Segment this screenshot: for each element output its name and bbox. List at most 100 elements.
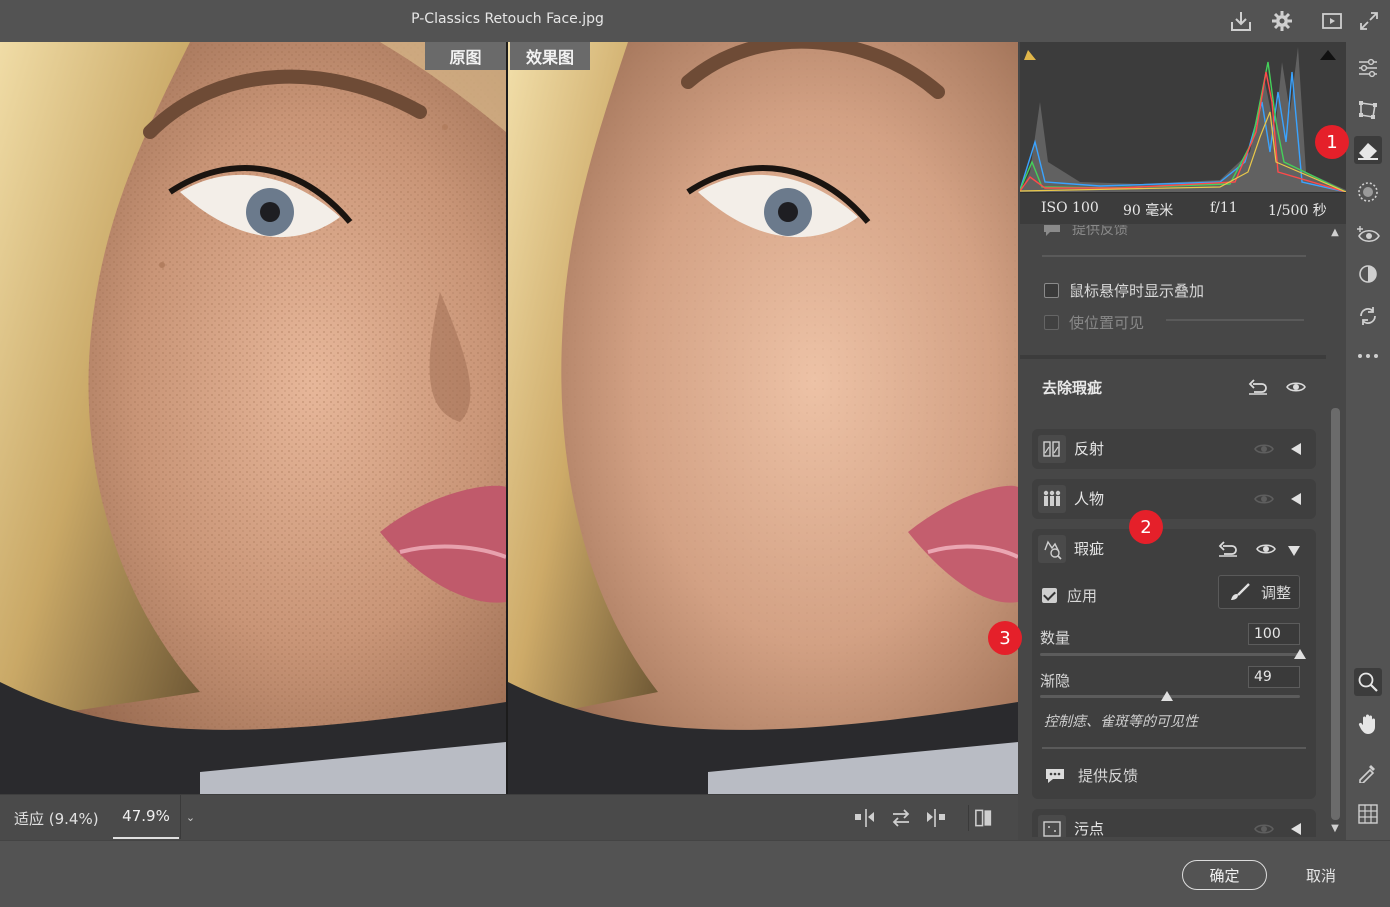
color-sampler-icon[interactable] <box>1354 758 1382 786</box>
image-canvas[interactable]: 原图 效果图 <box>0 42 1018 794</box>
gear-icon[interactable] <box>1269 8 1295 34</box>
faded-feedback-row: 提供反馈 <box>1042 225 1128 239</box>
eraser-remove-icon[interactable] <box>1354 136 1382 164</box>
apply-checkbox[interactable] <box>1042 588 1057 603</box>
feedback-label: 提供反馈 <box>1078 767 1139 785</box>
cancel-button[interactable]: 取消 <box>1290 860 1352 890</box>
reflections-item[interactable]: 反射 <box>1032 429 1316 469</box>
adjust-label: 调整 <box>1261 583 1292 602</box>
scrollbar-thumb[interactable] <box>1331 408 1340 820</box>
divider <box>1042 747 1306 749</box>
window-title: P-Classics Retouch Face.jpg <box>411 11 604 27</box>
zoom-current-option[interactable]: 47.9% <box>113 795 179 839</box>
blemishes-card: 瑕疵 应用 调整 数量 100 渐隐 49 控制痣、雀斑等的可见性 提供反馈 <box>1032 529 1316 799</box>
eye-dim-icon <box>1254 444 1274 454</box>
fade-slider-handle[interactable] <box>1161 691 1174 701</box>
speech-bubble-icon <box>1046 768 1064 783</box>
location-visible-option: 使位置可见 <box>1044 312 1144 333</box>
grid-overlay-icon[interactable] <box>1354 800 1382 828</box>
expand-left-arrow-icon[interactable] <box>1290 492 1302 506</box>
callout-badge-2: 2 <box>1129 510 1163 544</box>
amount-input[interactable]: 100 <box>1248 623 1300 645</box>
visibility-eye-icon[interactable] <box>1284 375 1308 399</box>
crop-transform-icon[interactable] <box>1354 96 1382 124</box>
dust-spots-icon <box>1038 815 1066 837</box>
dialog-actions-bar: 确定 取消 <box>0 840 1390 907</box>
hand-tool-icon[interactable] <box>1354 710 1382 738</box>
blemish-eye-icon[interactable] <box>1254 537 1278 561</box>
swap-views-icon[interactable] <box>888 805 914 831</box>
hover-overlay-label: 鼠标悬停时显示叠加 <box>1069 282 1205 300</box>
before-after-view-icon[interactable] <box>968 805 994 831</box>
blemish-reset-icon[interactable] <box>1216 537 1240 561</box>
exif-bar: ISO 100 90 毫米 f/11 1/500 秒 <box>1020 192 1346 224</box>
blemish-hint: 控制痣、雀斑等的可见性 <box>1044 714 1198 730</box>
edit-panel: ISO 100 90 毫米 f/11 1/500 秒 提供反馈 鼠标悬停时显示叠… <box>1018 42 1346 840</box>
feedback-button[interactable]: 提供反馈 <box>1044 765 1138 786</box>
hover-overlay-option[interactable]: 鼠标悬停时显示叠加 <box>1044 280 1204 301</box>
location-visible-label: 使位置可见 <box>1069 314 1145 332</box>
location-visible-checkbox <box>1044 315 1059 330</box>
callout-badge-3: 3 <box>988 621 1022 655</box>
after-label: 效果图 <box>510 42 590 70</box>
amount-slider-handle[interactable] <box>1294 649 1306 659</box>
faded-feedback-label: 提供反馈 <box>1072 225 1128 238</box>
collapse-down-arrow-icon[interactable] <box>1287 545 1301 557</box>
masking-icon[interactable] <box>1354 178 1382 206</box>
sync-icon[interactable] <box>1354 302 1382 330</box>
spots-label: 污点 <box>1074 820 1105 837</box>
eye-dim-icon <box>1254 494 1274 504</box>
amount-slider[interactable] <box>1040 653 1300 656</box>
exif-aperture: f/11 <box>1210 200 1238 216</box>
reset-icon[interactable] <box>1246 375 1270 399</box>
slideshow-play-icon[interactable] <box>1319 8 1345 34</box>
spots-item[interactable]: 污点 <box>1032 809 1316 837</box>
zoom-dropdown[interactable]: ⌄ <box>180 795 200 839</box>
after-pane: 效果图 <box>508 42 1018 794</box>
red-eye-icon[interactable] <box>1354 220 1382 248</box>
speech-bubble-icon <box>1044 225 1060 236</box>
before-pane: 原图 <box>0 42 506 794</box>
distraction-removal-header: 去除瑕疵 <box>1020 355 1326 419</box>
exif-focal: 90 毫米 <box>1123 203 1174 219</box>
highlight-clipping-icon <box>1320 50 1336 60</box>
divider <box>1042 255 1306 257</box>
zoom-fit-option[interactable]: 适应 (9.4%) <box>14 808 99 829</box>
brush-icon <box>1231 583 1250 600</box>
copy-settings-left-icon[interactable] <box>853 805 879 831</box>
ok-button[interactable]: 确定 <box>1182 860 1267 890</box>
presets-icon[interactable] <box>1354 260 1382 288</box>
expand-left-arrow-icon[interactable] <box>1290 822 1302 836</box>
section-title: 去除瑕疵 <box>1042 379 1103 397</box>
adjust-brush-button[interactable]: 调整 <box>1218 575 1300 609</box>
fade-input[interactable]: 49 <box>1248 666 1300 688</box>
expand-left-arrow-icon[interactable] <box>1290 442 1302 456</box>
hover-overlay-checkbox[interactable] <box>1044 283 1059 298</box>
people-icon <box>1038 485 1066 513</box>
blemish-icon <box>1038 535 1066 563</box>
scroll-up-arrow-icon[interactable]: ▲ <box>1329 227 1341 239</box>
blemishes-label: 瑕疵 <box>1074 540 1105 558</box>
before-label: 原图 <box>425 42 506 70</box>
app-window: P-Classics Retouch Face.jpg 原图 效果图 适应 (9… <box>0 0 1390 907</box>
copy-settings-right-icon[interactable] <box>922 805 948 831</box>
title-bar: P-Classics Retouch Face.jpg <box>0 0 1390 42</box>
people-item[interactable]: 人物 <box>1032 479 1316 519</box>
scroll-down-arrow-icon[interactable]: ▼ <box>1329 823 1341 835</box>
histogram <box>1020 42 1346 192</box>
after-photo <box>508 42 1018 794</box>
reflections-label: 反射 <box>1074 440 1105 458</box>
shadow-clipping-icon <box>1024 50 1036 60</box>
location-visible-slider <box>1166 319 1304 321</box>
more-options-icon[interactable] <box>1354 342 1382 370</box>
eye-dim-icon <box>1254 824 1274 834</box>
exif-shutter: 1/500 秒 <box>1268 203 1327 219</box>
apply-option[interactable]: 应用 <box>1042 585 1097 606</box>
edit-sliders-icon[interactable] <box>1354 54 1382 82</box>
panel-scrollbar[interactable]: ▲ ▼ <box>1326 225 1344 837</box>
panel-scroll-area[interactable]: 提供反馈 鼠标悬停时显示叠加 使位置可见 去除瑕疵 反射 人物 瑕疵 应用 调整… <box>1020 225 1326 837</box>
before-photo <box>0 42 506 794</box>
zoom-tool-icon[interactable] <box>1354 668 1382 696</box>
save-download-icon[interactable] <box>1228 8 1254 34</box>
fullscreen-expand-icon[interactable] <box>1356 8 1382 34</box>
